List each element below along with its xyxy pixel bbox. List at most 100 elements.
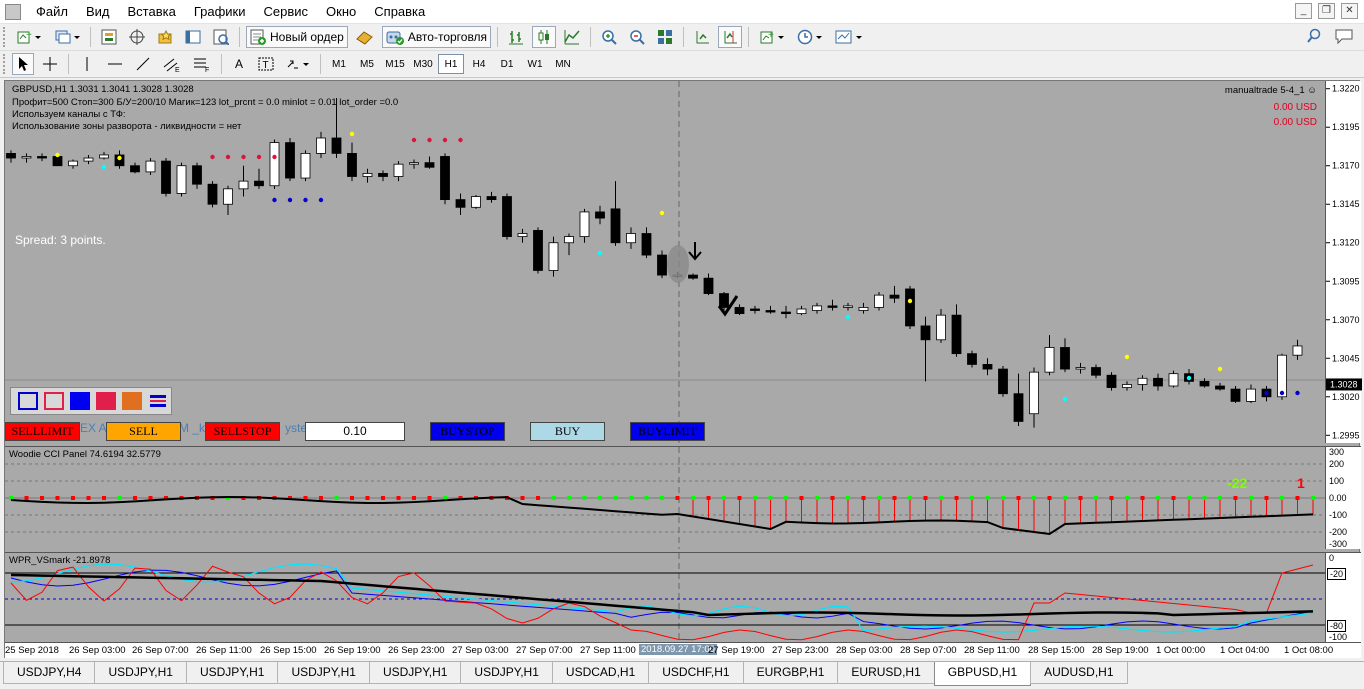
bull-candle [68, 160, 78, 167]
tab-eurgbp-h1[interactable]: EURGBP,H1 [742, 662, 839, 684]
buy-button[interactable]: BUY [530, 422, 605, 441]
tab-gbpusd-h1[interactable]: GBPUSD,H1 [933, 662, 1032, 686]
text-tool-button[interactable]: A [228, 53, 250, 75]
periods-button[interactable] [793, 26, 827, 48]
vertical-line-button[interactable] [75, 53, 99, 75]
timeframe-w1[interactable]: W1 [522, 54, 548, 74]
time-label: 28 Sep 19:00 [1092, 645, 1149, 656]
tab-usdjpy-h1[interactable]: USDJPY,H1 [460, 662, 553, 684]
wpr-scale-label: -100 [1329, 632, 1348, 642]
autotrading-button[interactable]: Авто-торговля [381, 26, 492, 48]
zoom-out-icon [630, 30, 645, 45]
timeframe-m5[interactable]: M5 [354, 54, 380, 74]
toolbar-grip[interactable] [3, 27, 6, 47]
wpr-pane[interactable]: WPR_VSmark -21.8978 [5, 552, 1325, 642]
equidistant-channel-button[interactable]: E [159, 53, 185, 75]
palette-orange-fill[interactable] [122, 392, 142, 410]
menu-charts[interactable]: Графики [185, 0, 255, 24]
price-scale[interactable]: 1.3220 1.3195 1.3170 1.3145 1.3120 1.3095 1.30… [1325, 81, 1362, 443]
tab-usdchf-h1[interactable]: USDCHF,H1 [648, 662, 744, 684]
yellow-marker [117, 155, 122, 161]
tab-audusd-h1[interactable]: AUDUSD,H1 [1030, 662, 1128, 684]
crosshair-tool-button[interactable] [38, 53, 62, 75]
new-chart-button[interactable]: + [12, 26, 46, 48]
arrows-button[interactable] [282, 53, 314, 75]
menu-help[interactable]: Справка [365, 0, 434, 24]
minimize-button[interactable]: _ [1295, 3, 1312, 19]
strategy-tester-button[interactable] [209, 26, 233, 48]
templates-button[interactable] [831, 26, 867, 48]
tile-windows-button[interactable] [653, 26, 677, 48]
cursor-tool-button[interactable] [12, 53, 34, 75]
candlestick-button[interactable] [532, 26, 557, 48]
tab-usdjpy-h1[interactable]: USDJPY,H1 [94, 662, 187, 684]
close-button[interactable]: ✕ [1341, 3, 1358, 19]
sellstop-button[interactable]: SELLSTOP [205, 422, 280, 441]
price-chart-canvas[interactable] [5, 81, 1325, 443]
cci-trend-marker [892, 496, 897, 500]
app-icon[interactable] [5, 3, 21, 20]
text-label-button[interactable]: T [254, 53, 278, 75]
indicators-button[interactable]: + [755, 26, 789, 48]
buystop-button[interactable]: BUYSTOP [430, 422, 505, 441]
tab-usdjpy-h1[interactable]: USDJPY,H1 [277, 662, 370, 684]
tab-usdjpy-h1[interactable]: USDJPY,H1 [368, 662, 462, 684]
timeframe-h4[interactable]: H4 [466, 54, 492, 74]
navigator-button[interactable] [153, 26, 177, 48]
lot-size-input[interactable]: 0.10 [305, 422, 405, 441]
data-window-button[interactable] [125, 26, 149, 48]
cci-trend-marker [985, 496, 990, 500]
line-chart-button[interactable] [560, 26, 584, 48]
price-pane[interactable]: GBPUSD,H1 1.3031 1.3041 1.3028 1.3028 Пр… [5, 81, 1325, 443]
palette-blue-outline[interactable] [18, 392, 38, 410]
new-order-button[interactable]: Новый ордер [246, 26, 348, 48]
chart-window[interactable]: GBPUSD,H1 1.3031 1.3041 1.3028 1.3028 Пр… [4, 80, 1362, 658]
zoom-in-button[interactable] [597, 26, 621, 48]
metaeditor-button[interactable] [352, 26, 378, 48]
menu-file[interactable]: Файл [27, 0, 77, 24]
timeframe-m15[interactable]: M15 [382, 54, 408, 74]
buylimit-button[interactable]: BUYLIMIT [630, 422, 705, 441]
tile-windows-icon [658, 30, 673, 44]
toolbar-grip-2[interactable] [3, 54, 6, 74]
menu-window[interactable]: Окно [317, 0, 365, 24]
timeframe-d1[interactable]: D1 [494, 54, 520, 74]
tab-usdjpy-h1[interactable]: USDJPY,H1 [185, 662, 279, 684]
menu-insert[interactable]: Вставка [119, 0, 185, 24]
chat-button[interactable] [1334, 27, 1354, 48]
palette-blue-fill[interactable] [70, 392, 90, 410]
candlestick-icon [538, 30, 550, 44]
autotrading-icon [386, 31, 404, 45]
zoom-out-button[interactable] [625, 26, 649, 48]
timeframe-m30[interactable]: M30 [410, 54, 436, 74]
market-watch-button[interactable] [97, 26, 121, 48]
chart-shift-button[interactable] [718, 26, 743, 48]
sell-button[interactable]: SELL [106, 422, 181, 441]
horizontal-line-button[interactable] [103, 53, 127, 75]
cci-pane[interactable]: Woodie CCI Panel 74.6194 32.5779 -22 1 [5, 446, 1325, 549]
menu-tools[interactable]: Сервис [255, 0, 318, 24]
profiles-button[interactable] [50, 26, 84, 48]
tab-usdjpy-h4[interactable]: USDJPY,H4 [3, 662, 96, 684]
palette-red-outline[interactable] [44, 392, 64, 410]
trendline-button[interactable] [131, 53, 155, 75]
tab-usdcad-h1[interactable]: USDCAD,H1 [551, 662, 650, 684]
bar-chart-button[interactable] [504, 26, 528, 48]
fibonacci-button[interactable]: F [189, 53, 215, 75]
timeframe-m1[interactable]: M1 [326, 54, 352, 74]
palette-lines[interactable] [148, 392, 168, 410]
bear-candle [750, 308, 760, 311]
cci-trend-marker [722, 496, 726, 500]
bull-candle [316, 137, 326, 154]
palette-red-fill[interactable] [96, 392, 116, 410]
timeframe-mn[interactable]: MN [550, 54, 576, 74]
terminal-button[interactable] [181, 26, 205, 48]
time-axis[interactable]: 25 Sep 2018 26 Sep 03:00 26 Sep 07:00 26… [5, 642, 1361, 658]
restore-button[interactable]: ❐ [1318, 3, 1335, 19]
search-button[interactable] [1306, 28, 1322, 47]
menu-view[interactable]: Вид [77, 0, 119, 24]
timeframe-h1[interactable]: H1 [438, 54, 464, 74]
tab-eurusd-h1[interactable]: EURUSD,H1 [837, 662, 935, 684]
selllimit-button[interactable]: SELLLIMIT [5, 422, 80, 441]
autoscroll-button[interactable] [690, 26, 714, 48]
